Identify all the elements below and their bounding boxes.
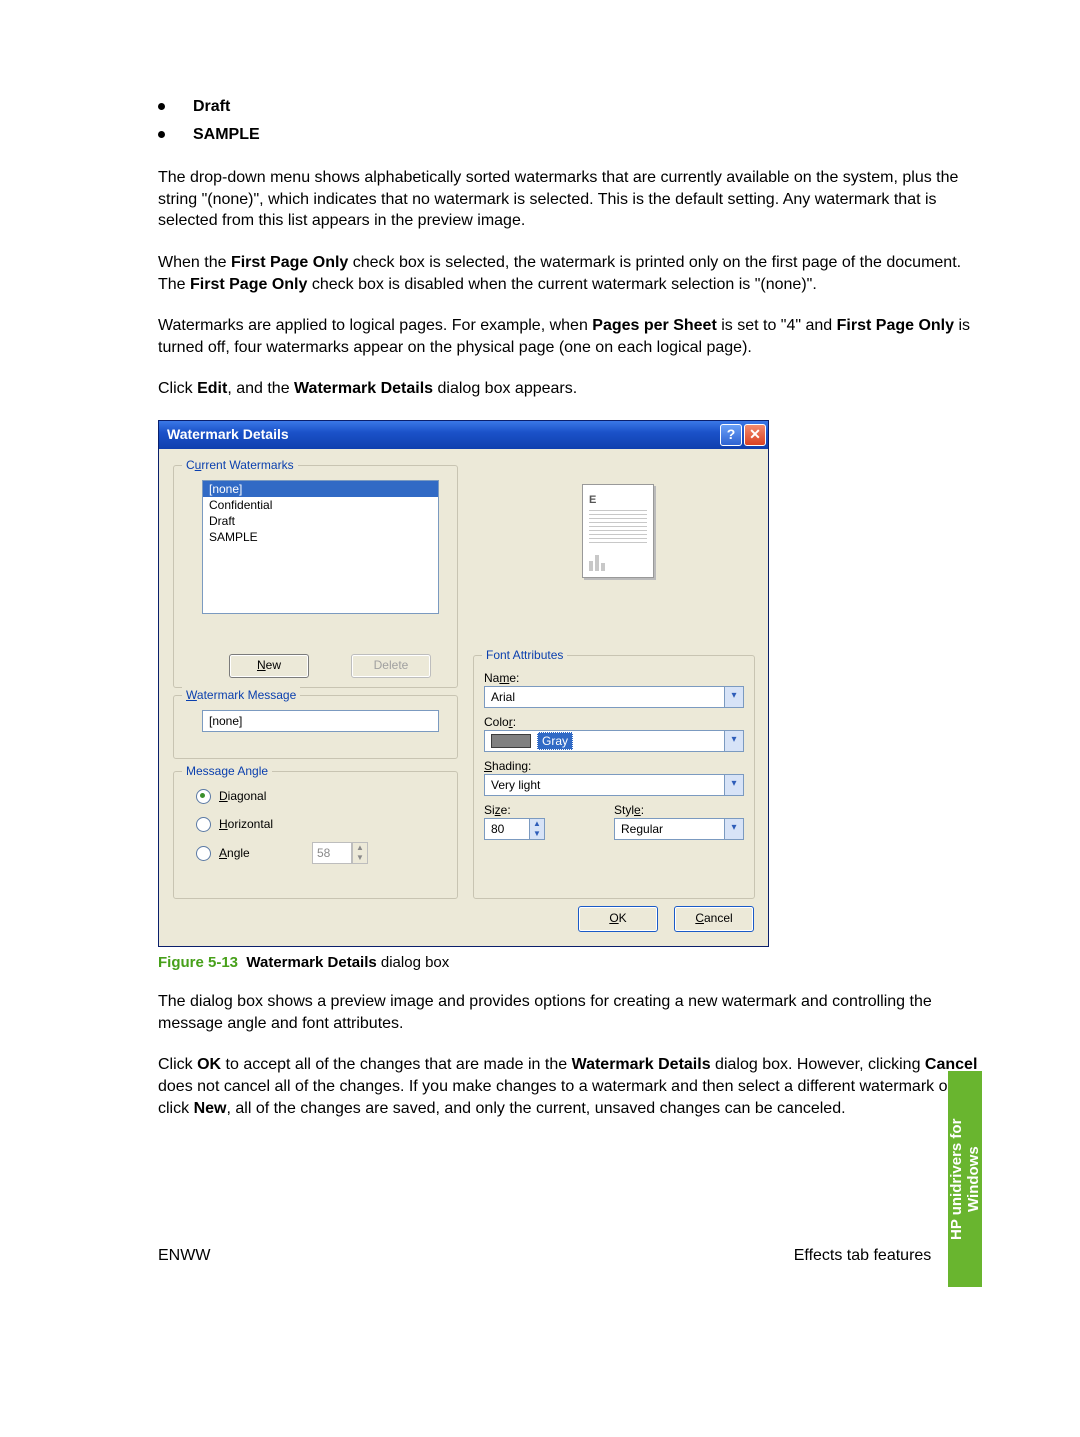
body-text: The drop-down menu shows alphabetically …	[158, 167, 980, 232]
help-icon[interactable]: ?	[720, 424, 742, 446]
new-button[interactable]: New	[229, 654, 309, 678]
list-item[interactable]: Draft	[203, 513, 438, 529]
style-select[interactable]: Regular ▾	[614, 818, 744, 840]
size-input[interactable]: 80	[484, 818, 530, 840]
shading-select[interactable]: Very light ▾	[484, 774, 744, 796]
dialog-title: Watermark Details	[167, 425, 718, 444]
chevron-down-icon[interactable]: ▾	[724, 687, 743, 707]
radio-angle[interactable]: Angle	[196, 845, 250, 861]
preview-pane: E	[582, 484, 654, 578]
group-title: Watermark Message	[182, 687, 300, 703]
chevron-down-icon[interactable]: ▾	[724, 731, 743, 751]
body-text: Click Edit, and the Watermark Details di…	[158, 378, 980, 400]
size-stepper[interactable]: ▲▼	[529, 818, 545, 840]
titlebar: Watermark Details ? ✕	[159, 421, 768, 449]
color-label: Color:	[484, 714, 516, 730]
body-text: Click OK to accept all of the changes th…	[158, 1054, 980, 1119]
side-tab: HP unidrivers forWindows	[948, 1071, 982, 1287]
body-text: Watermarks are applied to logical pages.…	[158, 315, 980, 358]
figure-caption: Figure 5-13 Watermark Details dialog box	[158, 953, 980, 973]
spin-buttons-icon: ▲▼	[352, 842, 368, 864]
footer-left: ENWW	[158, 1245, 210, 1267]
delete-button: Delete	[351, 654, 431, 678]
chevron-down-icon[interactable]: ▾	[724, 819, 743, 839]
footer-section: Effects tab features	[794, 1245, 932, 1267]
page-footer: ENWW Effects tab features 229	[0, 1245, 1080, 1267]
ok-button[interactable]: OK	[578, 906, 658, 932]
bullet-item: Draft	[193, 96, 230, 118]
close-icon[interactable]: ✕	[744, 424, 766, 446]
body-text: When the First Page Only check box is se…	[158, 252, 980, 295]
angle-value: 58	[312, 842, 352, 864]
cancel-button[interactable]: Cancel	[674, 906, 754, 932]
current-watermarks-group: Current Watermarks [none] Confidential D…	[173, 465, 458, 688]
group-title: Font Attributes	[482, 647, 567, 663]
body-text: The dialog box shows a preview image and…	[158, 991, 980, 1034]
font-color-select[interactable]: Gray ▾	[484, 730, 744, 752]
style-label: Style:	[614, 802, 644, 818]
watermark-message-group: Watermark Message [none]	[173, 695, 458, 759]
preview-letter: E	[589, 493, 647, 508]
font-name-select[interactable]: Arial ▾	[484, 686, 744, 708]
radio-horizontal[interactable]: Horizontal	[196, 816, 273, 832]
watermark-details-dialog: Watermark Details ? ✕ Current Watermarks…	[158, 420, 769, 947]
group-title: Message Angle	[182, 763, 272, 779]
list-item[interactable]: SAMPLE	[203, 529, 438, 545]
watermark-message-input[interactable]: [none]	[202, 710, 439, 732]
message-angle-group: Message Angle Diagonal Horizontal Angle …	[173, 771, 458, 899]
font-attributes-group: Font Attributes Name: Arial ▾ Color: Gra…	[473, 655, 755, 899]
shading-label: Shading:	[484, 758, 531, 774]
list-item[interactable]: [none]	[203, 481, 438, 497]
list-item[interactable]: Confidential	[203, 497, 438, 513]
name-label: Name:	[484, 670, 519, 686]
group-title: Current Watermarks	[182, 457, 298, 473]
watermark-listbox[interactable]: [none] Confidential Draft SAMPLE	[202, 480, 439, 614]
angle-stepper: 58 ▲▼	[312, 842, 368, 864]
color-swatch-icon	[491, 734, 531, 748]
bullet-list: Draft SAMPLE	[158, 96, 980, 145]
size-label: Size:	[484, 802, 511, 818]
radio-diagonal[interactable]: Diagonal	[196, 788, 266, 804]
chevron-down-icon[interactable]: ▾	[724, 775, 743, 795]
bullet-item: SAMPLE	[193, 124, 260, 146]
